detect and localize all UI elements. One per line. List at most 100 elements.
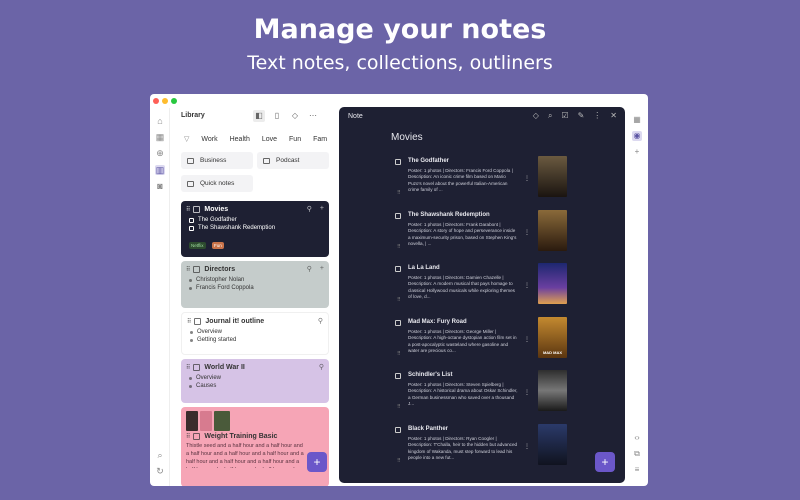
checkbox[interactable] — [395, 427, 401, 433]
movie-row[interactable]: Black Panther Poster: 1 photos | Directo… — [391, 423, 571, 471]
more-icon[interactable]: ⋮ — [524, 229, 530, 236]
folder-quick-notes[interactable]: Quick notes — [181, 175, 253, 192]
minimize-window-button[interactable] — [162, 98, 168, 104]
filter-icon[interactable]: ▽ — [181, 133, 192, 145]
card-movies[interactable]: ⠿ Movies ⚲ + The Godfather The Shawshank … — [181, 201, 329, 257]
close-icon[interactable]: ✕ — [610, 111, 617, 121]
more-icon[interactable]: ⋮ — [524, 443, 530, 450]
folder-label: Podcast — [276, 157, 300, 164]
hero-subtitle: Text notes, collections, outliners — [247, 52, 553, 74]
drag-handle-icon[interactable]: ⠿ — [397, 244, 401, 250]
pin-icon[interactable]: ⚲ — [319, 363, 324, 371]
movie-description: Poster: 1 photos | Directors: Francis Fo… — [408, 168, 513, 192]
gallery-view-icon[interactable]: ◧ — [253, 110, 265, 122]
sync-icon[interactable]: ↻ — [155, 466, 165, 476]
checklist-icon[interactable]: ☑ — [561, 111, 568, 121]
drag-handle-icon[interactable]: ⠿ — [397, 190, 401, 196]
tag-health[interactable]: Health — [227, 134, 253, 145]
more-icon[interactable]: ⋯ — [307, 110, 319, 122]
tag-love[interactable]: Love — [259, 134, 280, 145]
code-icon[interactable]: ◇ — [289, 110, 301, 122]
checkbox[interactable] — [395, 320, 401, 326]
card-world-war[interactable]: ⠿ World War II ⚲ Overview Causes — [181, 359, 329, 403]
pin-icon[interactable]: ⚲ — [318, 317, 323, 325]
card-weight-training[interactable]: ⠿ Weight Training Basic Thistle seed and… — [181, 407, 329, 486]
search-icon[interactable]: ⌕ — [155, 450, 165, 460]
checkbox[interactable] — [395, 159, 401, 165]
drag-handle-icon[interactable]: ⠿ — [397, 404, 401, 410]
folder-podcast[interactable]: Podcast — [257, 152, 329, 169]
checkbox[interactable] — [395, 373, 401, 379]
document-icon[interactable]: ▯ — [271, 110, 283, 122]
search-icon[interactable]: ⌕ — [548, 111, 552, 121]
card-item: Overview — [196, 375, 222, 381]
movie-description: Poster: 1 photos | Directors: Ryan Coogl… — [408, 436, 518, 460]
movie-row[interactable]: The Godfather Poster: 1 photos | Directo… — [391, 155, 571, 203]
share-icon[interactable]: ⧉ — [632, 449, 642, 459]
tag-filter-bar: ▽ Work Health Love Fun Fam — [181, 133, 330, 145]
checkbox[interactable] — [395, 266, 401, 272]
library-toolbar: ◧ ▯ ◇ ⋯ — [253, 110, 319, 122]
card-item: Christopher Nolan — [196, 277, 245, 283]
pin-icon[interactable]: ⚲ — [307, 265, 312, 273]
note-pane: Note ◇ ⌕ ☑ ✎ ⋮ ✕ Movies The Godfather Po… — [339, 107, 625, 483]
tag-chip-netflix[interactable]: Netflix — [189, 242, 206, 249]
movie-poster — [538, 370, 567, 411]
code-icon[interactable]: ‹› — [632, 433, 642, 443]
movie-row[interactable]: Mad Max: Fury Road Poster: 1 photos | Di… — [391, 316, 571, 364]
movie-poster — [538, 263, 567, 304]
movie-poster — [538, 210, 567, 251]
calendar-icon[interactable]: ▦ — [632, 115, 642, 125]
checkbox[interactable] — [189, 225, 194, 231]
movie-row[interactable]: Schindler's List Poster: 1 photos | Dire… — [391, 369, 571, 417]
tag-fam[interactable]: Fam — [310, 134, 330, 145]
movie-row[interactable]: The Shawshank Redemption Poster: 1 photo… — [391, 209, 571, 257]
checkbox[interactable] — [395, 213, 401, 219]
collection-icon — [193, 205, 201, 213]
movie-row[interactable]: La La Land Poster: 1 photos | Directors:… — [391, 262, 571, 310]
more-icon[interactable]: ⋮ — [524, 336, 530, 343]
add-note-button[interactable]: + — [307, 452, 327, 472]
card-title: World War II — [204, 363, 245, 371]
more-icon[interactable]: ⋮ — [524, 282, 530, 289]
library-icon[interactable]: ◉ — [632, 131, 642, 141]
card-directors[interactable]: ⠿ Directors ⚲ + Christopher Nolan Francis… — [181, 261, 329, 308]
add-icon[interactable]: + — [632, 147, 642, 157]
drag-handle-icon[interactable]: ⠿ — [186, 364, 191, 371]
movie-title: Schindler's List — [408, 372, 453, 378]
target-icon[interactable]: ⊕ — [155, 148, 165, 158]
zoom-window-button[interactable] — [171, 98, 177, 104]
add-item-button[interactable]: + — [595, 452, 615, 472]
drag-handle-icon[interactable]: ⠿ — [186, 266, 191, 273]
collection-icon — [193, 265, 201, 273]
card-item: Getting started — [197, 337, 237, 343]
drag-handle-icon[interactable]: ⠿ — [397, 297, 401, 303]
movie-description: Poster: 1 photos | Directors: Frank Dara… — [408, 222, 517, 246]
pin-icon[interactable]: ⚲ — [307, 205, 312, 213]
drag-handle-icon[interactable]: ⠿ — [397, 458, 401, 464]
close-window-button[interactable] — [153, 98, 159, 104]
drag-handle-icon[interactable]: ⠿ — [186, 433, 191, 440]
code-icon[interactable]: ◇ — [533, 111, 539, 121]
add-icon[interactable]: + — [320, 265, 324, 273]
add-icon[interactable]: + — [320, 205, 324, 213]
tag-fun[interactable]: Fun — [286, 134, 304, 145]
drag-handle-icon[interactable]: ⠿ — [186, 206, 191, 213]
tag-work[interactable]: Work — [198, 134, 220, 145]
more-icon[interactable]: ⋮ — [524, 389, 530, 396]
menu-icon[interactable]: ≡ — [632, 465, 642, 475]
drag-handle-icon[interactable]: ⠿ — [187, 318, 192, 325]
edit-icon[interactable]: ✎ — [578, 111, 585, 121]
library-icon[interactable]: ▥ — [155, 165, 165, 175]
archive-icon[interactable]: ◙ — [155, 181, 165, 191]
folder-business[interactable]: Business — [181, 152, 253, 169]
tag-chip-fun[interactable]: Fun — [211, 242, 224, 249]
drag-handle-icon[interactable]: ⠿ — [397, 351, 401, 357]
more-icon[interactable]: ⋮ — [593, 111, 601, 121]
home-icon[interactable]: ⌂ — [155, 116, 165, 126]
checkbox[interactable] — [189, 217, 194, 223]
more-icon[interactable]: ⋮ — [524, 175, 530, 182]
calendar-icon[interactable]: ▦ — [155, 132, 165, 142]
window-controls — [153, 98, 177, 104]
card-journal[interactable]: ⠿ Journal it! outline ⚲ Overview Getting… — [181, 312, 329, 355]
